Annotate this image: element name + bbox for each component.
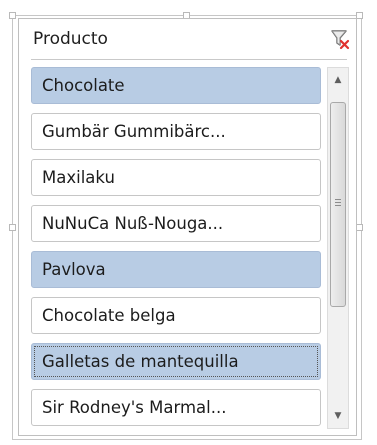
product-slicer: Producto Chocolate Gumbär Gummibärc... M… [18, 18, 357, 436]
scroll-down-arrow-icon[interactable]: ▼ [328, 406, 348, 426]
slicer-item-chocolate[interactable]: Chocolate [31, 67, 321, 104]
resize-handle-top-right[interactable] [356, 12, 363, 19]
slicer-scrollbar[interactable]: ▲ ▼ [327, 67, 349, 429]
title-divider [31, 59, 347, 60]
scroll-grip-icon [335, 199, 341, 209]
slicer-item-pavlova[interactable]: Pavlova [31, 251, 321, 288]
slicer-item-chocolate-belga[interactable]: Chocolate belga [31, 297, 321, 334]
scroll-up-arrow-icon[interactable]: ▲ [328, 70, 348, 90]
filter-clear-icon[interactable] [329, 28, 351, 50]
slicer-item-sir-rodneys-marmalade[interactable]: Sir Rodney's Marmal... [31, 389, 321, 426]
slicer-title: Producto [33, 29, 108, 49]
slicer-item-galletas-de-mantequilla[interactable]: Galletas de mantequilla [31, 343, 321, 380]
slicer-item-gumbar-gummibarchen[interactable]: Gumbär Gummibärc... [31, 113, 321, 150]
slicer-item-maxilaku[interactable]: Maxilaku [31, 159, 321, 196]
resize-handle-left[interactable] [9, 224, 16, 231]
slicer-item-nunuca-nuss-nougat[interactable]: NuNuCa Nuß-Nouga... [31, 205, 321, 242]
resize-handle-top-left[interactable] [9, 12, 16, 19]
scroll-thumb[interactable] [330, 102, 346, 307]
resize-handle-right[interactable] [356, 224, 363, 231]
